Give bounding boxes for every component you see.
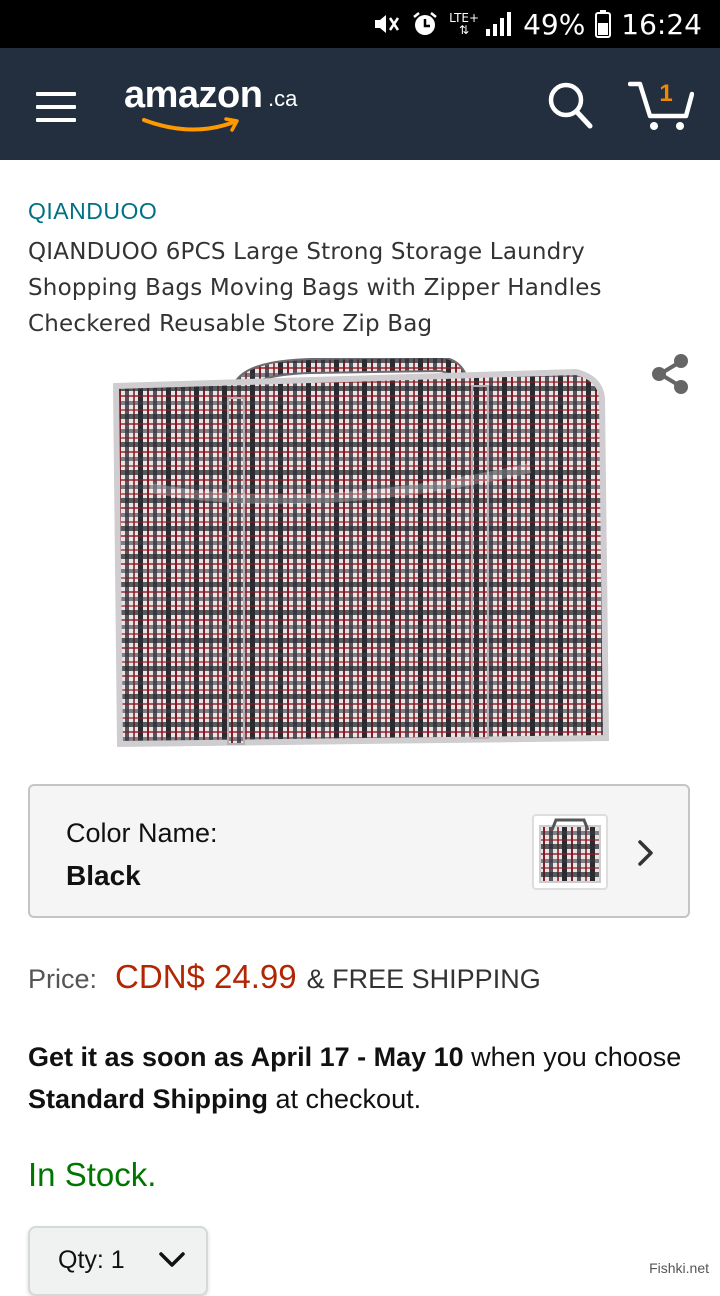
price-row: Price: CDN$ 24.99 & FREE SHIPPING	[28, 958, 541, 1002]
data-arrows-icon: ⇅	[459, 23, 470, 37]
search-icon[interactable]	[546, 80, 594, 130]
price-label: Price:	[28, 964, 98, 994]
smile-arrow-icon	[142, 117, 239, 132]
color-value: Black	[66, 860, 141, 891]
share-icon[interactable]	[650, 352, 690, 396]
cart-count-badge: 1	[659, 80, 673, 107]
quantity-dropdown[interactable]: Qty: 1	[28, 1226, 208, 1296]
chevron-right-icon	[638, 840, 653, 866]
battery-icon	[595, 10, 612, 38]
delivery-text-1: when you choose	[463, 1042, 682, 1072]
color-selector[interactable]: Color Name: Black	[28, 784, 690, 918]
network-type: LTE+ ⇅	[449, 12, 479, 36]
product-title: QIANDUOO 6PCS Large Strong Storage Laund…	[28, 239, 602, 337]
signal-icon	[485, 11, 513, 37]
logo-text: amazon	[124, 74, 263, 116]
chevron-down-icon	[159, 1252, 185, 1267]
free-shipping-text: & FREE SHIPPING	[306, 964, 541, 994]
alarm-icon	[411, 10, 439, 38]
delivery-estimate: Get it as soon as April 17 - May 10 when…	[28, 1036, 688, 1120]
product-image[interactable]	[110, 358, 610, 750]
color-label: Color Name:	[66, 818, 218, 848]
stock-status: In Stock.	[28, 1156, 157, 1193]
brand-link[interactable]: QIANDUOO	[28, 198, 157, 225]
status-icons: LTE+ ⇅ 49% 16:24	[371, 6, 702, 42]
hamburger-menu-icon[interactable]	[36, 92, 76, 122]
battery-percent: 49%	[523, 7, 586, 41]
logo-suffix: .ca	[268, 86, 298, 111]
quantity-label: Qty: 1	[58, 1246, 125, 1275]
quantity-value: 1	[110, 1246, 125, 1274]
delivery-text-2: at checkout.	[268, 1084, 422, 1114]
watermark: Fishki.net	[646, 1260, 712, 1276]
delivery-date: Get it as soon as April 17 - May 10	[28, 1042, 464, 1072]
price-value: CDN$ 24.99	[115, 958, 297, 995]
clock-time: 16:24	[621, 7, 702, 41]
shipping-method: Standard Shipping	[28, 1084, 268, 1114]
color-thumbnail	[532, 814, 608, 890]
app-header: amazon .ca 1	[0, 48, 720, 160]
mute-icon	[371, 10, 401, 38]
status-bar: LTE+ ⇅ 49% 16:24	[0, 0, 720, 48]
amazon-logo[interactable]: amazon .ca	[124, 72, 314, 136]
quantity-label-text: Qty:	[58, 1246, 104, 1274]
